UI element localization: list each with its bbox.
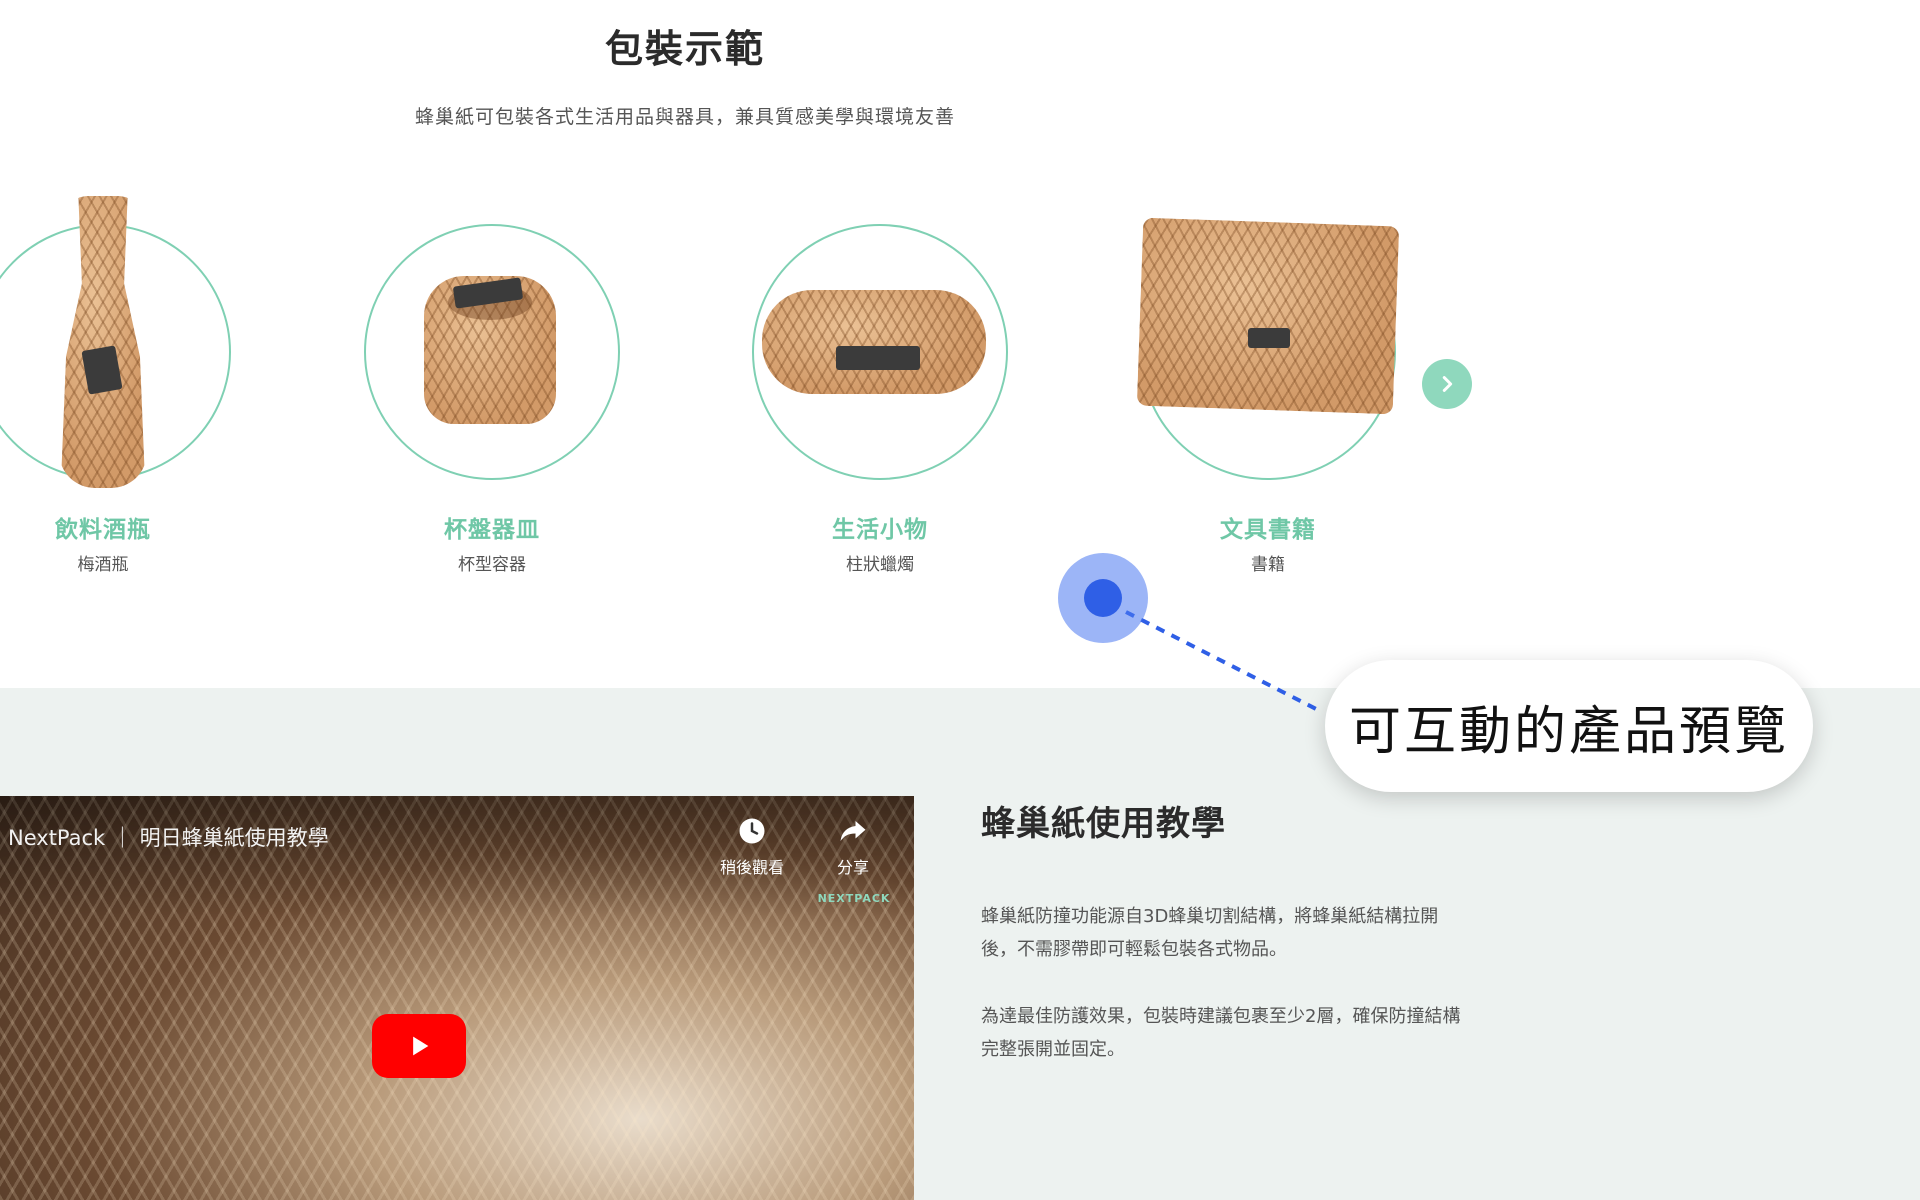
- tutorial-heading: 蜂巢紙使用教學: [981, 804, 1226, 844]
- youtube-video-player[interactable]: NextPack ｜ 明日蜂巢紙使用教學 稍後觀看 分享 NEXTPACK: [0, 796, 914, 1200]
- share-label: 分享: [836, 858, 869, 877]
- product-card-cup[interactable]: 杯盤器皿 杯型容器: [364, 200, 620, 580]
- bottle-tag: [81, 345, 123, 395]
- share-button[interactable]: 分享: [808, 816, 898, 878]
- product-name: 生活小物: [832, 517, 928, 543]
- candle-tag: [836, 346, 920, 370]
- product-card-book[interactable]: 文具書籍 書籍: [1136, 200, 1400, 580]
- product-card-candle[interactable]: 生活小物 柱狀蠟燭: [752, 200, 1008, 580]
- tutorial-paragraph-2: 為達最佳防護效果，包裝時建議包裹至少2層，確保防撞結構完整張開並固定。: [981, 1006, 1461, 1060]
- product-carousel: 飲料酒瓶 梅酒瓶 杯盤器皿 杯型容器 生活小物 柱狀蠟燭 文具書籍 書籍: [0, 0, 1920, 600]
- watch-later-button[interactable]: 稍後觀看: [707, 816, 797, 878]
- page: 包裝示範 蜂巢紙可包裝各式生活用品與器具，兼具質感美學與環境友善 飲料酒瓶 梅酒…: [0, 0, 1920, 1200]
- product-desc: 梅酒瓶: [77, 555, 129, 575]
- play-icon: [413, 1036, 429, 1056]
- product-desc: 柱狀蠟燭: [846, 555, 914, 575]
- product-name: 飲料酒瓶: [55, 517, 151, 543]
- nextpack-logo-text: NEXTPACK: [817, 892, 891, 905]
- clock-icon: [739, 818, 765, 844]
- product-card-bottle[interactable]: 飲料酒瓶 梅酒瓶: [0, 196, 231, 580]
- watch-later-label: 稍後觀看: [719, 858, 784, 877]
- tutorial-paragraph-1: 蜂巢紙防撞功能源自3D蜂巢切割結構，將蜂巢紙結構拉開後，不需膠帶即可輕鬆包裝各式…: [981, 906, 1439, 960]
- chevron-right-icon: [1442, 376, 1453, 392]
- callout-bubble: 可互動的產品預覽: [1325, 660, 1813, 792]
- share-icon: [840, 821, 866, 841]
- hotspot-marker[interactable]: [1084, 579, 1122, 617]
- play-button[interactable]: [372, 1014, 466, 1078]
- product-desc: 杯型容器: [458, 555, 526, 575]
- product-desc: 書籍: [1251, 555, 1285, 575]
- product-name: 文具書籍: [1220, 517, 1316, 543]
- book-tag: [1248, 328, 1290, 348]
- video-title[interactable]: NextPack ｜ 明日蜂巢紙使用教學: [8, 822, 329, 852]
- product-name: 杯盤器皿: [444, 517, 540, 543]
- nextpack-logo: NEXTPACK: [814, 892, 894, 905]
- packaging-showcase-section: 包裝示範 蜂巢紙可包裝各式生活用品與器具，兼具質感美學與環境友善 飲料酒瓶 梅酒…: [0, 0, 1920, 688]
- carousel-next-button[interactable]: [1422, 359, 1472, 409]
- book-image: [1136, 217, 1400, 415]
- candle-image: [762, 290, 986, 394]
